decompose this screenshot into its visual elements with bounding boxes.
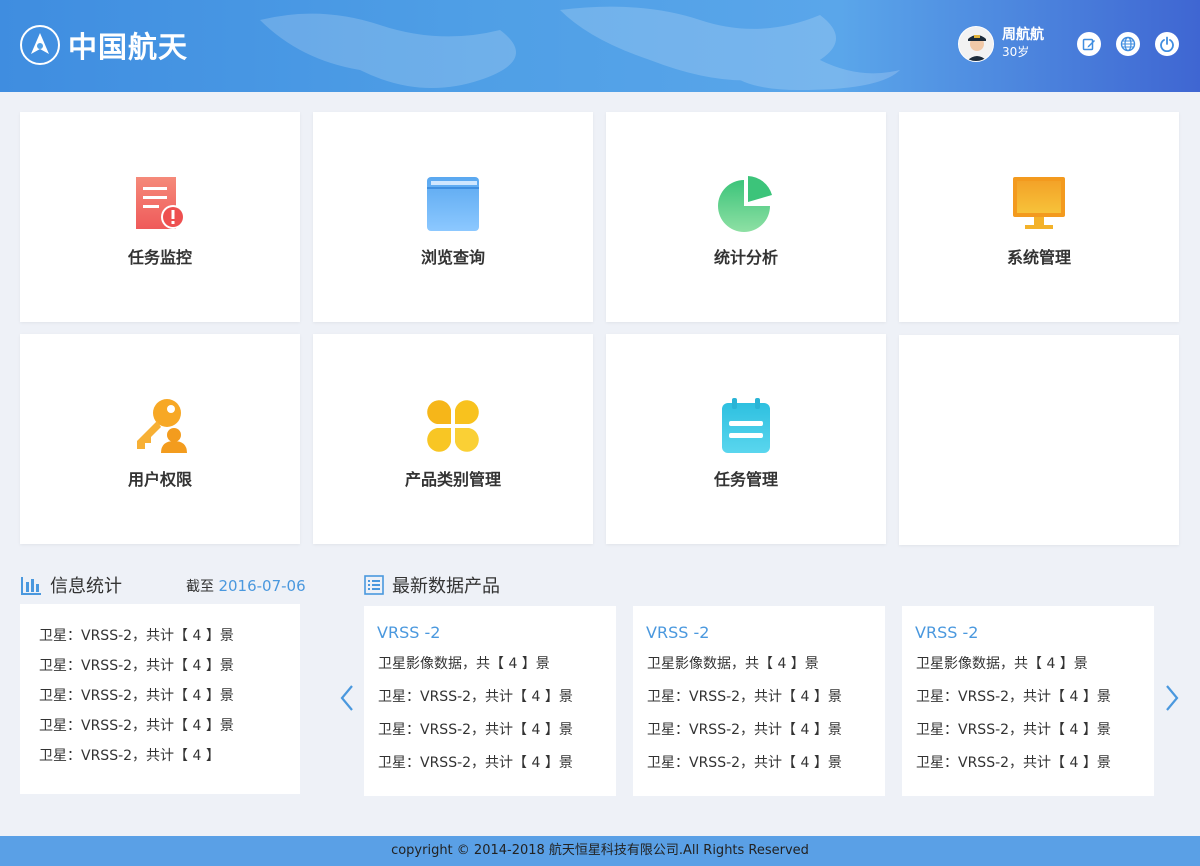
avatar xyxy=(958,26,994,62)
as-of-label: 截至 xyxy=(186,579,214,595)
tile-browse-query[interactable]: 浏览查询 xyxy=(313,112,593,322)
carousel-next-button[interactable] xyxy=(1162,684,1182,712)
product-row: 卫星影像数据，共【 4 】景 xyxy=(378,656,550,672)
product-title[interactable]: VRSS -2 xyxy=(646,624,885,654)
product-card[interactable]: VRSS -2 卫星影像数据，共【 4 】景 卫星：VRSS-2，共计【 4 】… xyxy=(364,606,616,796)
notepad-icon xyxy=(716,396,776,456)
globe-icon xyxy=(1120,36,1136,52)
tile-label: 产品类别管理 xyxy=(404,470,501,489)
info-row: 卫星：VRSS-2，共计【 4 】景 xyxy=(39,688,234,704)
tile-label: 浏览查询 xyxy=(420,248,485,267)
edit-icon xyxy=(1082,38,1095,51)
product-row: 卫星：VRSS-2，共计【 4 】景 xyxy=(916,755,1111,771)
tile-label: 统计分析 xyxy=(713,248,778,267)
product-row: 卫星：VRSS-2，共计【 4 】景 xyxy=(378,689,573,705)
logout-button[interactable] xyxy=(1155,32,1179,56)
power-icon xyxy=(1160,36,1174,52)
product-row: 卫星影像数据，共【 4 】景 xyxy=(916,656,1088,672)
user-age: 30岁 xyxy=(1002,45,1030,59)
user-profile[interactable]: 周航航 30岁 xyxy=(958,26,1044,62)
info-section-header: 信息统计 xyxy=(20,572,122,598)
tile-empty xyxy=(899,335,1179,545)
copyright-text: copyright © 2014-2018 航天恒星科技有限公司.All Rig… xyxy=(391,843,809,858)
header: 中国航天 周航航 30岁 xyxy=(0,0,1200,92)
key-user-icon xyxy=(130,396,190,456)
tile-task-monitor[interactable]: 任务监控 xyxy=(20,112,300,322)
tile-user-permissions[interactable]: 用户权限 xyxy=(20,334,300,544)
edit-button[interactable] xyxy=(1077,32,1101,56)
tile-statistics[interactable]: 统计分析 xyxy=(606,112,886,322)
products-section-title: 最新数据产品 xyxy=(392,576,500,597)
product-row: 卫星：VRSS-2，共计【 4 】景 xyxy=(916,722,1111,738)
products-section-header: 最新数据产品 xyxy=(364,572,500,598)
user-name: 周航航 xyxy=(1002,27,1044,43)
product-title[interactable]: VRSS -2 xyxy=(377,624,616,654)
footer: copyright © 2014-2018 航天恒星科技有限公司.All Rig… xyxy=(0,836,1200,866)
product-row: 卫星：VRSS-2，共计【 4 】景 xyxy=(916,689,1111,705)
tile-task-management[interactable]: 任务管理 xyxy=(606,334,886,544)
chevron-left-icon xyxy=(340,685,353,711)
clover-icon xyxy=(423,396,483,456)
brand[interactable]: 中国航天 xyxy=(20,24,188,66)
brand-name: 中国航天 xyxy=(68,30,189,64)
chevron-right-icon xyxy=(1166,685,1179,711)
info-as-of: 截至 2016-07-06 xyxy=(186,576,306,596)
info-row: 卫星：VRSS-2，共计【 4 】景 xyxy=(39,628,234,644)
product-row: 卫星影像数据，共【 4 】景 xyxy=(647,656,819,672)
product-row: 卫星：VRSS-2，共计【 4 】景 xyxy=(647,722,842,738)
product-card[interactable]: VRSS -2 卫星影像数据，共【 4 】景 卫星：VRSS-2，共计【 4 】… xyxy=(902,606,1154,796)
info-row: 卫星：VRSS-2，共计【 4 】景 xyxy=(39,658,234,674)
tile-label: 用户权限 xyxy=(127,470,192,489)
product-row: 卫星：VRSS-2，共计【 4 】景 xyxy=(378,755,573,771)
info-row: 卫星：VRSS-2，共计【 4 】景 xyxy=(39,718,234,734)
info-section-title: 信息统计 xyxy=(50,576,122,597)
product-row: 卫星：VRSS-2，共计【 4 】景 xyxy=(647,755,842,771)
logo-icon xyxy=(20,25,60,65)
tile-label: 任务管理 xyxy=(713,470,778,489)
product-row: 卫星：VRSS-2，共计【 4 】景 xyxy=(378,722,573,738)
bar-chart-icon xyxy=(21,577,41,595)
list-icon xyxy=(364,575,384,595)
product-card[interactable]: VRSS -2 卫星影像数据，共【 4 】景 卫星：VRSS-2，共计【 4 】… xyxy=(633,606,885,796)
carousel-prev-button[interactable] xyxy=(337,684,357,712)
tile-label: 任务监控 xyxy=(127,248,192,267)
language-button[interactable] xyxy=(1116,32,1140,56)
tile-label: 系统管理 xyxy=(1006,248,1071,267)
pie-chart-icon xyxy=(716,174,776,234)
monitor-icon xyxy=(1009,174,1069,234)
book-icon xyxy=(423,174,483,234)
product-title[interactable]: VRSS -2 xyxy=(915,624,1154,654)
product-row: 卫星：VRSS-2，共计【 4 】景 xyxy=(647,689,842,705)
as-of-date: 2016-07-06 xyxy=(218,577,306,595)
tile-system-management[interactable]: 系统管理 xyxy=(899,112,1179,322)
info-row: 卫星：VRSS-2，共计【 4 】 xyxy=(39,748,220,764)
info-panel: 卫星：VRSS-2，共计【 4 】景 卫星：VRSS-2，共计【 4 】景 卫星… xyxy=(20,604,300,794)
task-monitor-icon xyxy=(130,174,190,234)
tile-product-category[interactable]: 产品类别管理 xyxy=(313,334,593,544)
